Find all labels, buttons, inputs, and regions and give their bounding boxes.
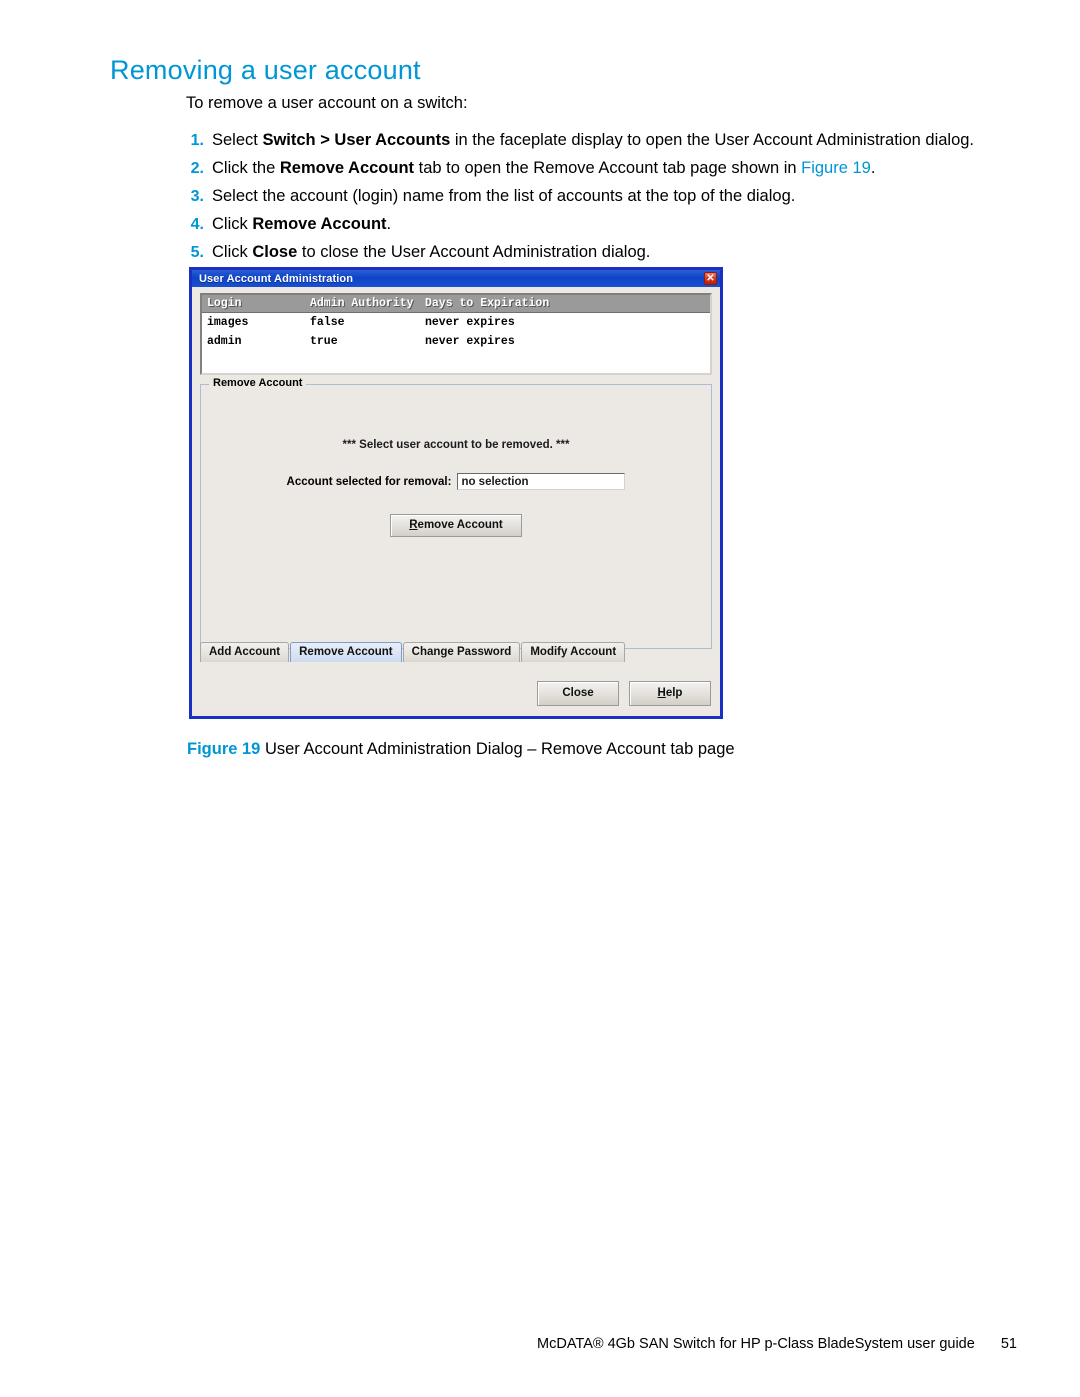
footer-text: McDATA® 4Gb SAN Switch for HP p-Class Bl… — [537, 1336, 975, 1352]
step-text: Select the account (login) name from the… — [212, 187, 796, 205]
tab-modify-account[interactable]: Modify Account — [521, 642, 626, 662]
account-selected-label: Account selected for removal: — [286, 475, 452, 488]
remove-account-button[interactable]: Remove Account — [390, 514, 522, 537]
dialog-body: Login Admin Authority Days to Expiration… — [192, 287, 720, 716]
step-text: Click Remove Account. — [212, 215, 392, 233]
account-selected-input[interactable]: no selection — [457, 473, 626, 490]
step-number: 2. — [190, 160, 204, 177]
dialog-action-buttons: Close Help — [537, 681, 711, 706]
account-selected-row: Account selected for removal: no selecti… — [201, 473, 711, 490]
help-button[interactable]: Help — [629, 681, 711, 706]
table-row[interactable]: images false never expires — [202, 313, 710, 332]
table-header-row: Login Admin Authority Days to Expiration — [202, 295, 710, 313]
cell-login: images — [207, 316, 249, 329]
tab-strip: Add Account Remove Account Change Passwo… — [200, 642, 626, 662]
remove-account-button-mnemonic: R — [409, 519, 418, 531]
procedure-steps: 1. Select Switch > User Accounts in the … — [178, 128, 1008, 268]
step-text: Click the Remove Account tab to open the… — [212, 159, 876, 177]
list-item: 3. Select the account (login) name from … — [178, 184, 1008, 209]
tab-change-password[interactable]: Change Password — [402, 642, 521, 662]
page-title: Removing a user account — [110, 55, 421, 85]
list-item: 1. Select Switch > User Accounts in the … — [178, 128, 1008, 153]
cell-days-to-expiration: never expires — [425, 316, 515, 329]
list-item: 2. Click the Remove Account tab to open … — [178, 156, 1008, 181]
remove-account-button-row: Remove Account — [201, 514, 711, 537]
dialog-title: User Account Administration — [199, 272, 354, 285]
dialog-titlebar: User Account Administration ✕ — [192, 270, 720, 287]
figure-caption-text: User Account Administration Dialog – Rem… — [264, 740, 735, 758]
cell-days-to-expiration: never expires — [425, 335, 515, 348]
step-number: 1. — [190, 132, 204, 149]
column-header-days-to-expiration: Days to Expiration — [425, 297, 550, 310]
column-header-admin-authority: Admin Authority — [310, 297, 414, 310]
step-number: 3. — [190, 188, 204, 205]
accounts-table[interactable]: Login Admin Authority Days to Expiration… — [200, 293, 712, 375]
help-button-mnemonic: H — [657, 687, 666, 699]
help-button-label: elp — [665, 687, 683, 699]
cell-login: admin — [207, 335, 242, 348]
cell-admin-authority: true — [310, 335, 338, 348]
cell-admin-authority: false — [310, 316, 345, 329]
figure-caption: Figure 19 User Account Administration Di… — [187, 740, 735, 759]
close-icon[interactable]: ✕ — [704, 272, 717, 285]
panel-legend: Remove Account — [209, 377, 307, 389]
page-footer: McDATA® 4Gb SAN Switch for HP p-Class Bl… — [537, 1336, 1017, 1352]
step-number: 4. — [190, 216, 204, 233]
step-text: Click Close to close the User Account Ad… — [212, 243, 651, 261]
figure-caption-label: Figure 19 — [187, 740, 261, 758]
remove-account-panel: Remove Account *** Select user account t… — [200, 377, 712, 649]
page-number: 51 — [1000, 1336, 1017, 1352]
table-row[interactable]: admin true never expires — [202, 332, 710, 351]
list-item: 5. Click Close to close the User Account… — [178, 240, 1008, 265]
step-number: 5. — [190, 244, 204, 261]
intro-text: To remove a user account on a switch: — [186, 94, 468, 112]
tab-add-account[interactable]: Add Account — [200, 642, 290, 662]
column-header-login: Login — [207, 297, 242, 310]
panel-message: *** Select user account to be removed. *… — [342, 439, 570, 451]
tab-remove-account[interactable]: Remove Account — [290, 642, 402, 662]
list-item: 4. Click Remove Account. — [178, 212, 1008, 237]
step-text: Select Switch > User Accounts in the fac… — [212, 131, 975, 149]
close-button[interactable]: Close — [537, 681, 619, 706]
figure-user-account-administration-dialog: User Account Administration ✕ Login Admi… — [189, 267, 723, 719]
remove-account-button-label: emove Account — [417, 519, 503, 531]
